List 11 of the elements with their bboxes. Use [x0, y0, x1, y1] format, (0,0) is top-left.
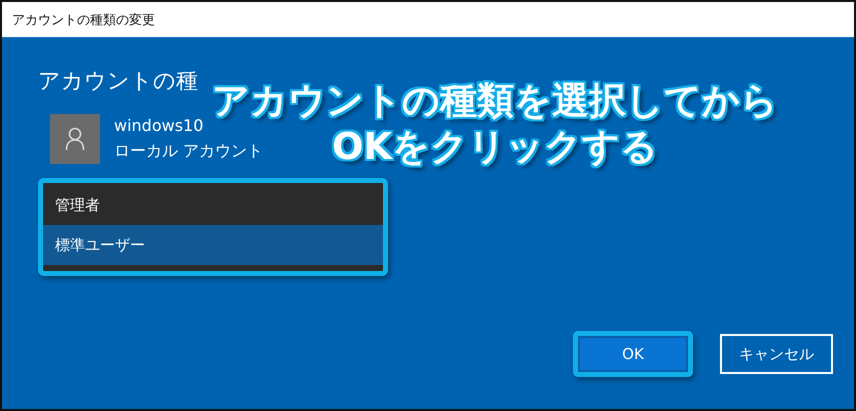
annotation-text: OKをクリックする [332, 124, 658, 170]
cancel-button[interactable]: キャンセル [720, 334, 833, 374]
window-title: アカウントの種類の変更 [12, 12, 155, 28]
dropdown-option[interactable]: 標準ユーザー [43, 225, 383, 265]
dropdown-option[interactable]: 管理者 [43, 185, 383, 225]
user-icon [65, 127, 85, 151]
account-type: ローカル アカウント [114, 141, 264, 162]
ok-button[interactable]: OK [578, 336, 688, 372]
dialog-heading: アカウントの種 [38, 68, 198, 96]
account-name: windows10 [114, 116, 204, 135]
annotation-text: アカウントの種類を選択してから [212, 78, 778, 124]
